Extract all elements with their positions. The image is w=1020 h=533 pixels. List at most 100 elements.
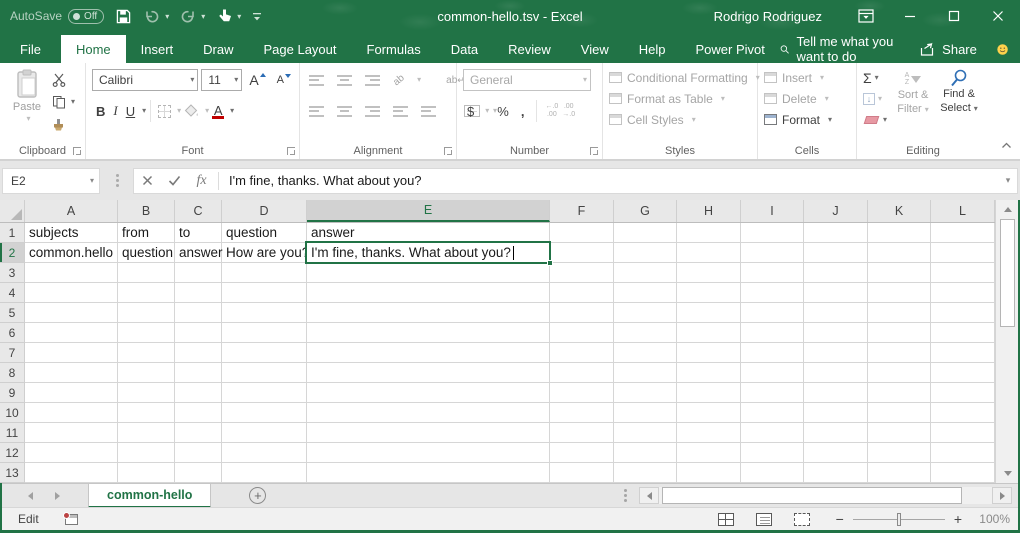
percent-button[interactable]: %	[493, 100, 513, 122]
cell-A2[interactable]: common.hello	[29, 243, 113, 263]
vertical-scrollbar[interactable]	[995, 200, 1018, 483]
select-all-corner[interactable]	[0, 200, 25, 222]
formula-input[interactable]: I'm fine, thanks. What about you?	[222, 173, 999, 188]
cell-C2[interactable]: answer	[179, 243, 223, 263]
cell-B1[interactable]: from	[122, 223, 149, 243]
name-box-dropdown-icon[interactable]: ▾	[90, 177, 94, 185]
row-header-7[interactable]: 7	[0, 343, 24, 363]
font-color-button[interactable]: A	[209, 100, 227, 122]
tab-review[interactable]: Review	[493, 35, 566, 63]
tab-draw[interactable]: Draw	[188, 35, 248, 63]
autosave-pill[interactable]: Off	[68, 9, 104, 24]
font-size-select[interactable]: 11▾	[201, 69, 242, 91]
redo-button[interactable]	[178, 5, 198, 27]
cell-A1[interactable]: subjects	[29, 223, 79, 243]
view-normal-button[interactable]	[718, 513, 734, 526]
cancel-button[interactable]	[134, 169, 161, 193]
increase-font-button[interactable]: A	[245, 69, 269, 91]
active-cell-editor-E2[interactable]: I'm fine, thanks. What about you?	[305, 241, 551, 264]
tab-data[interactable]: Data	[436, 35, 493, 63]
orientation-dropdown-icon[interactable]: ▾	[417, 76, 421, 84]
zoom-slider-handle[interactable]	[897, 513, 901, 526]
zoom-level[interactable]: 100%	[976, 512, 1010, 526]
expand-formula-bar-button[interactable]: ▾	[999, 175, 1017, 186]
column-header-F[interactable]: F	[550, 200, 614, 222]
cell-B2[interactable]: question	[122, 243, 173, 263]
column-header-E[interactable]: E	[307, 200, 550, 222]
tab-page-layout[interactable]: Page Layout	[249, 35, 352, 63]
column-header-L[interactable]: L	[931, 200, 995, 222]
column-header-I[interactable]: I	[741, 200, 804, 222]
undo-dropdown-icon[interactable]: ▾	[165, 12, 169, 21]
cell-grid[interactable]: subjectsfromtoquestionanswercommon.hello…	[25, 223, 995, 483]
sheetbar-divider[interactable]	[624, 489, 627, 502]
row-header-13[interactable]: 13	[0, 463, 24, 483]
cell-E1[interactable]: answer	[311, 223, 355, 243]
cell-D2[interactable]: How are you?	[226, 243, 309, 263]
close-button[interactable]	[976, 0, 1020, 32]
undo-button[interactable]	[142, 5, 162, 27]
sheet-tab-common-hello[interactable]: common-hello	[88, 484, 211, 508]
fill-button[interactable]: ↓▾	[863, 90, 887, 108]
decrease-decimal-button[interactable]: .00→.0	[562, 103, 575, 119]
insert-function-button[interactable]: fx	[188, 169, 215, 193]
tab-view[interactable]: View	[566, 35, 624, 63]
bold-button[interactable]: B	[92, 100, 109, 122]
macro-record-button[interactable]	[65, 514, 78, 525]
align-left-button[interactable]	[306, 101, 327, 121]
feedback-smiley-icon[interactable]	[997, 41, 1008, 58]
column-header-A[interactable]: A	[25, 200, 118, 222]
underline-dropdown-icon[interactable]: ▾	[142, 107, 146, 115]
font-name-select[interactable]: Calibri▾	[92, 69, 198, 91]
redo-dropdown-icon[interactable]: ▾	[201, 12, 205, 21]
column-header-C[interactable]: C	[175, 200, 222, 222]
clipboard-dialog-launcher[interactable]	[73, 147, 81, 155]
currency-dropdown-icon[interactable]: ▾	[485, 107, 489, 115]
row-header-11[interactable]: 11	[0, 423, 24, 443]
row-header-12[interactable]: 12	[0, 443, 24, 463]
font-dialog-launcher[interactable]	[287, 147, 295, 155]
align-middle-button[interactable]	[334, 70, 355, 90]
number-dialog-launcher[interactable]	[590, 147, 598, 155]
orientation-button[interactable]: ab	[386, 67, 412, 93]
row-header-9[interactable]: 9	[0, 383, 24, 403]
copy-dropdown-icon[interactable]: ▾	[71, 98, 75, 106]
horizontal-scrollbar-thumb[interactable]	[662, 487, 962, 504]
vertical-scrollbar-thumb[interactable]	[1000, 219, 1015, 327]
column-header-J[interactable]: J	[804, 200, 868, 222]
ribbon-display-options-button[interactable]	[844, 0, 888, 32]
sort-filter-button[interactable]: AZ Sort & Filter▾	[891, 69, 935, 129]
alignment-dialog-launcher[interactable]	[444, 147, 452, 155]
increase-decimal-button[interactable]: ←.0.00	[545, 103, 558, 119]
delete-cells-button[interactable]: Delete▾	[764, 88, 852, 109]
tab-help[interactable]: Help	[624, 35, 681, 63]
number-format-select[interactable]: General▾	[463, 69, 591, 91]
comma-button[interactable]: ,	[517, 100, 529, 122]
align-top-button[interactable]	[306, 70, 327, 90]
row-header-6[interactable]: 6	[0, 323, 24, 343]
row-header-1[interactable]: 1	[0, 223, 24, 243]
save-button[interactable]	[113, 5, 133, 27]
share-button[interactable]: Share	[919, 42, 977, 57]
align-bottom-button[interactable]	[362, 70, 383, 90]
autosum-button[interactable]: Σ▾	[863, 69, 887, 87]
row-header-8[interactable]: 8	[0, 363, 24, 383]
scroll-up-button[interactable]	[1000, 201, 1015, 218]
fill-color-button[interactable]	[181, 101, 202, 121]
zoom-in-button[interactable]: +	[954, 512, 962, 526]
cell-styles-button[interactable]: Cell Styles▾	[609, 109, 753, 130]
minimize-button[interactable]	[888, 0, 932, 32]
zoom-slider[interactable]	[853, 519, 945, 520]
fill-handle[interactable]	[547, 260, 553, 266]
italic-button[interactable]: I	[109, 100, 121, 122]
row-header-2[interactable]: 2	[0, 243, 24, 263]
maximize-button[interactable]	[932, 0, 976, 32]
zoom-out-button[interactable]: −	[836, 512, 844, 526]
find-select-button[interactable]: Find & Select▾	[937, 69, 981, 129]
column-header-K[interactable]: K	[868, 200, 931, 222]
column-header-G[interactable]: G	[614, 200, 677, 222]
tab-formulas[interactable]: Formulas	[352, 35, 436, 63]
paste-button[interactable]: Paste ▾	[6, 69, 48, 141]
currency-button[interactable]: $	[463, 100, 478, 122]
format-cells-button[interactable]: Format▾	[764, 109, 852, 130]
